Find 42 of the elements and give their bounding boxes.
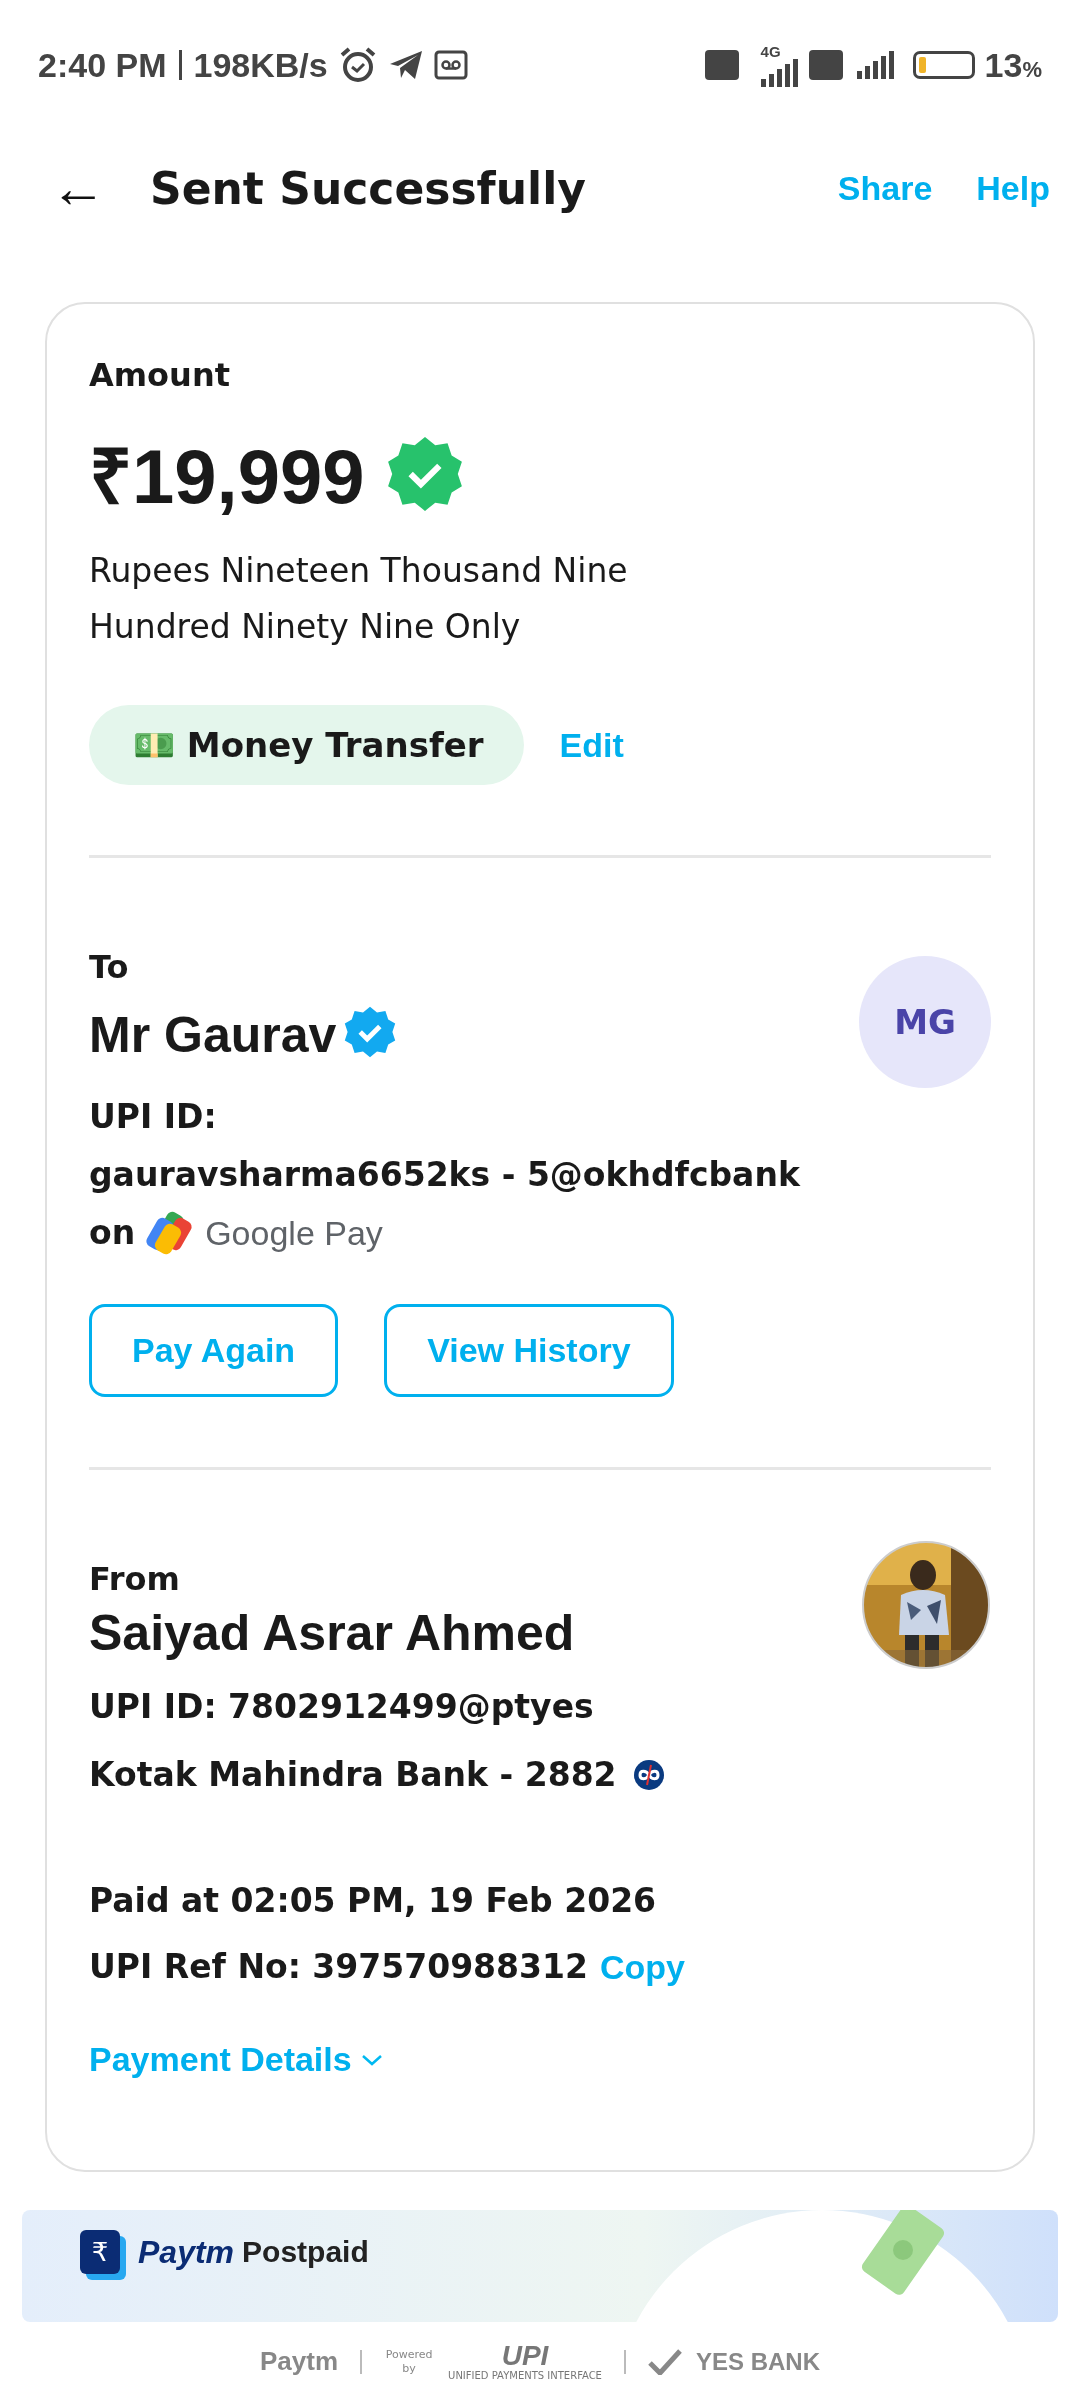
checkmark-icon <box>647 2348 682 2375</box>
battery-percent: 13% <box>984 45 1042 85</box>
from-label: From <box>89 1560 181 1598</box>
outline-button[interactable]: Pay Again <box>89 1304 339 1397</box>
sender-name: Saiyad Asrar Ahmed <box>89 1604 576 1662</box>
paytm-logo: Paytm <box>260 2346 339 2377</box>
edit-link[interactable]: Edit <box>559 725 624 765</box>
amount-in-words: Rupees Nineteen Thousand Nine Hundred Ninety Nine Only <box>89 550 629 648</box>
paid-time: Paid at 02:05 PM, 19 Feb 2026 <box>89 1880 658 1922</box>
back-button[interactable]: ← <box>44 160 112 216</box>
bank-logo: YES BANK <box>695 2347 820 2376</box>
voicemail-icon <box>433 50 468 80</box>
initials-avatar: MG <box>859 956 991 1088</box>
page-title: Sent Successfully <box>150 162 586 214</box>
copy-link[interactable]: Copy <box>599 1947 685 1987</box>
upi-tagline: UNIFIED PAYMENTS INTERFACE <box>448 2370 602 2381</box>
bank-logo-icon <box>632 1759 665 1791</box>
product-name: Postpaid <box>242 2235 369 2269</box>
payment-details-link[interactable]: Payment Details <box>89 2040 384 2079</box>
header-link[interactable]: Help <box>976 168 1050 208</box>
on-label: on <box>89 1212 136 1254</box>
upi-id-label: UPI ID: <box>89 1096 218 1138</box>
recipient-name: Mr Gaurav <box>89 1006 337 1064</box>
amount-value: ₹19,999 <box>89 433 365 521</box>
bank-account: Kotak Mahindra Bank - 2882 <box>89 1754 617 1796</box>
recipient-upi-id: gauravsharma6652ks - 5@okhdfcbank <box>89 1154 802 1196</box>
network-type: 4G <box>760 43 781 59</box>
promo-banner[interactable]: ₹ Paytm Postpaid <box>22 2210 1058 2322</box>
app-name: Google Pay <box>205 1213 383 1253</box>
battery-icon <box>912 51 975 79</box>
amount-label: Amount <box>89 356 231 394</box>
powered-by-text: Powered by <box>384 2348 434 2375</box>
to-label: To <box>89 948 130 986</box>
outline-button[interactable]: View History <box>384 1304 674 1397</box>
upi-reference: UPI Ref No: 397570988312 <box>89 1946 588 1988</box>
network-speed: 198KB/s <box>193 45 328 85</box>
header-link[interactable]: Share <box>837 168 933 208</box>
upi-logo: UPI <box>501 2342 549 2370</box>
status-time: 2:40 PM <box>38 45 167 85</box>
category-tag: 💵 Money Transfer <box>89 705 524 785</box>
sender-upi-id: UPI ID: 7802912499@ptyes <box>89 1686 595 1728</box>
paytm-logo: Paytm <box>138 2233 235 2271</box>
